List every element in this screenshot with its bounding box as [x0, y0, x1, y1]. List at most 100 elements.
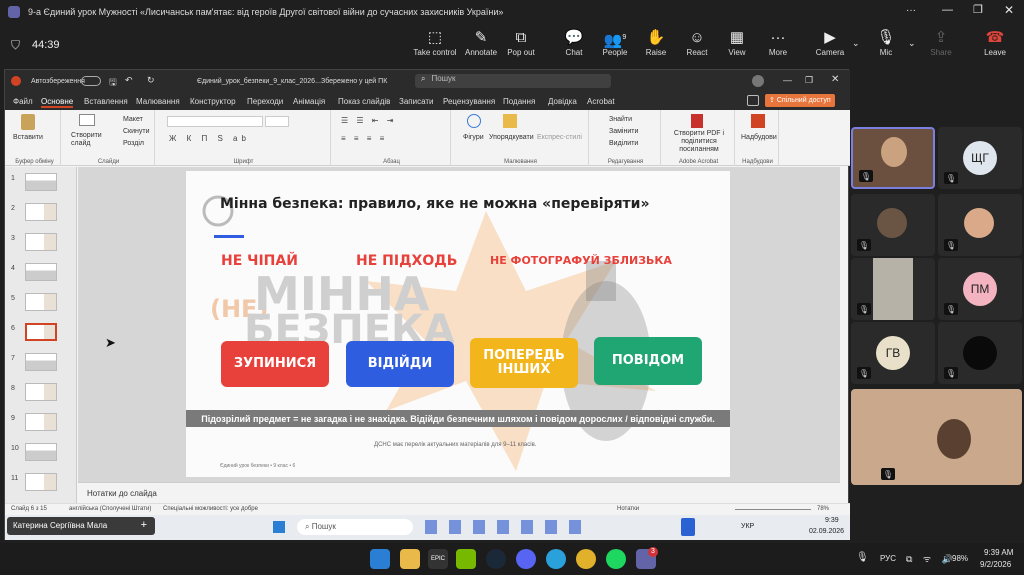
autosave-toggle[interactable]: [81, 76, 101, 86]
tab-view[interactable]: Подання: [503, 97, 535, 106]
reset-button[interactable]: Скинути: [123, 128, 150, 135]
save-icon[interactable]: 🖫: [109, 75, 117, 91]
tab-insert[interactable]: Вставлення: [84, 97, 128, 106]
people-button[interactable]: 👥9 People: [592, 28, 638, 66]
camera-button[interactable]: ▶ Camera: [807, 28, 853, 66]
layout-button[interactable]: Макет: [123, 116, 143, 123]
tab-design[interactable]: Конструктор: [190, 97, 236, 106]
nvidia-icon[interactable]: [456, 549, 476, 569]
spotify-icon[interactable]: [606, 549, 626, 569]
tab-home[interactable]: Основне: [41, 97, 74, 108]
language-status[interactable]: англійська (Сполучені Штати): [69, 506, 151, 512]
discord-icon[interactable]: [516, 549, 536, 569]
slide-thumbnail-6[interactable]: [25, 323, 57, 341]
font-family-select[interactable]: [167, 116, 263, 127]
leave-button[interactable]: ☎ Leave: [972, 28, 1018, 66]
inner-mic-icon[interactable]: [681, 518, 695, 536]
tab-draw[interactable]: Малювання: [136, 97, 180, 106]
taskbar-date[interactable]: 9/2/2026: [980, 560, 1011, 569]
participant-tile-8[interactable]: 🎙: [938, 322, 1022, 384]
shapes-icon[interactable]: [467, 114, 481, 128]
windows-start-icon[interactable]: [273, 521, 285, 533]
slide-thumbnail-8[interactable]: [25, 383, 57, 401]
slide-thumbnail-3[interactable]: [25, 233, 57, 251]
undo-icon[interactable]: ↶: [125, 75, 133, 86]
styles-button[interactable]: Експрес-стилі: [537, 134, 582, 141]
epic-games-icon[interactable]: EPIC: [428, 549, 448, 569]
participant-tile-1[interactable]: 🎙: [851, 127, 935, 189]
participant-tile-6[interactable]: ПМ 🎙: [938, 258, 1022, 320]
slide-thumbnail-10[interactable]: [25, 443, 57, 461]
raise-hand-button[interactable]: ✋ Raise: [633, 28, 679, 66]
mic-button[interactable]: 🎙 Mic: [863, 28, 909, 66]
redo-icon[interactable]: ↻: [147, 75, 155, 86]
participant-tile-4[interactable]: 🎙: [938, 194, 1022, 256]
share-button[interactable]: ⇪ Share: [918, 28, 964, 66]
start-icon[interactable]: [370, 549, 390, 569]
tab-transitions[interactable]: Переходи: [247, 97, 283, 106]
keyboard-language[interactable]: РУС: [880, 554, 896, 563]
account-avatar[interactable]: [752, 75, 764, 87]
comments-icon[interactable]: [747, 95, 759, 106]
camera-options-chevron-icon[interactable]: ⌄: [852, 38, 860, 49]
new-slide-button[interactable]: Створити слайд: [71, 132, 107, 148]
ppt-search-box[interactable]: ⌕ Пошук: [415, 74, 611, 88]
self-video-tile[interactable]: 🎙: [851, 389, 1022, 485]
align-buttons[interactable]: ≡ ≡ ≡ ≡: [341, 134, 387, 143]
tab-animations[interactable]: Анімація: [293, 97, 325, 106]
mic-muted-tray-icon[interactable]: 🎙: [856, 552, 869, 563]
notes-pane[interactable]: Нотатки до слайда: [78, 482, 840, 502]
section-button[interactable]: Розділ: [123, 140, 144, 147]
addins-icon[interactable]: [751, 114, 765, 128]
slide-thumbnail-7[interactable]: [25, 353, 57, 371]
taskbar-clock[interactable]: 9:39 AM: [984, 548, 1013, 557]
addins-button[interactable]: Надбудови: [741, 134, 777, 141]
font-format-buttons[interactable]: Ж К П S ab: [169, 134, 250, 143]
font-size-select[interactable]: [265, 116, 289, 127]
participant-tile-7[interactable]: ГВ 🎙: [851, 322, 935, 384]
close-button[interactable]: ✕: [1004, 3, 1014, 17]
tab-acrobat[interactable]: Acrobat: [587, 97, 615, 106]
ppt-close-button[interactable]: ✕: [831, 74, 839, 85]
participant-tile-2[interactable]: ЩГ 🎙: [938, 127, 1022, 189]
mic-options-chevron-icon[interactable]: ⌄: [908, 38, 916, 49]
paste-icon[interactable]: [21, 114, 35, 130]
participant-tile-5[interactable]: 🎙: [851, 258, 935, 320]
inner-search-box[interactable]: ⌕ Пошук: [297, 519, 413, 535]
accessibility-status[interactable]: Спеціальні можливості: усе добре: [163, 506, 258, 512]
tray-icons[interactable]: ⧉ ᯤ 🔊: [906, 552, 957, 565]
telegram-icon[interactable]: [546, 549, 566, 569]
participant-tile-3[interactable]: 🎙: [851, 194, 935, 256]
slide-thumbnail-11[interactable]: [25, 473, 57, 491]
shapes-button[interactable]: Фігури: [463, 134, 484, 141]
arrange-button[interactable]: Упорядкувати: [489, 134, 534, 141]
chat-button[interactable]: 💬 Chat: [551, 28, 597, 66]
slide-thumbnail-4[interactable]: [25, 263, 57, 281]
slide-thumbnail-1[interactable]: [25, 173, 57, 191]
pop-out-button[interactable]: ⧉ Pop out: [498, 28, 544, 66]
tab-record[interactable]: Записати: [399, 97, 434, 106]
tab-file[interactable]: Файл: [13, 97, 33, 106]
pdf-icon[interactable]: [691, 114, 703, 128]
replace-button[interactable]: Замінити: [609, 128, 638, 135]
slide-thumbnail-9[interactable]: [25, 413, 57, 431]
tab-slideshow[interactable]: Показ слайдів: [338, 97, 390, 106]
ppt-minimize-button[interactable]: —: [783, 75, 792, 85]
slide-thumbnail-2[interactable]: [25, 203, 57, 221]
select-button[interactable]: Виділити: [609, 140, 638, 147]
create-pdf-button[interactable]: Створити PDF і поділитися посиланням: [665, 130, 733, 154]
tab-help[interactable]: Довідка: [548, 97, 577, 106]
share-ppt-button[interactable]: ⇪ Спільний доступ: [765, 94, 835, 107]
chrome-icon[interactable]: [576, 549, 596, 569]
steam-icon[interactable]: [486, 549, 506, 569]
find-button[interactable]: Знайти: [609, 116, 632, 123]
view-button[interactable]: ▦ View: [714, 28, 760, 66]
more-icon[interactable]: ···: [906, 5, 916, 16]
notes-toggle[interactable]: Нотатки: [617, 506, 639, 512]
inner-app-icons[interactable]: [425, 520, 585, 534]
saved-status[interactable]: Збережено у цей ПК: [321, 78, 387, 85]
list-buttons[interactable]: ☰ ☰ ⇤ ⇥: [341, 116, 396, 125]
file-explorer-icon[interactable]: [400, 549, 420, 569]
slide[interactable]: (НЕ) МІННА БЕЗПЕКА Мінна безпека: правил…: [186, 171, 730, 477]
minimize-button[interactable]: —: [942, 4, 953, 16]
